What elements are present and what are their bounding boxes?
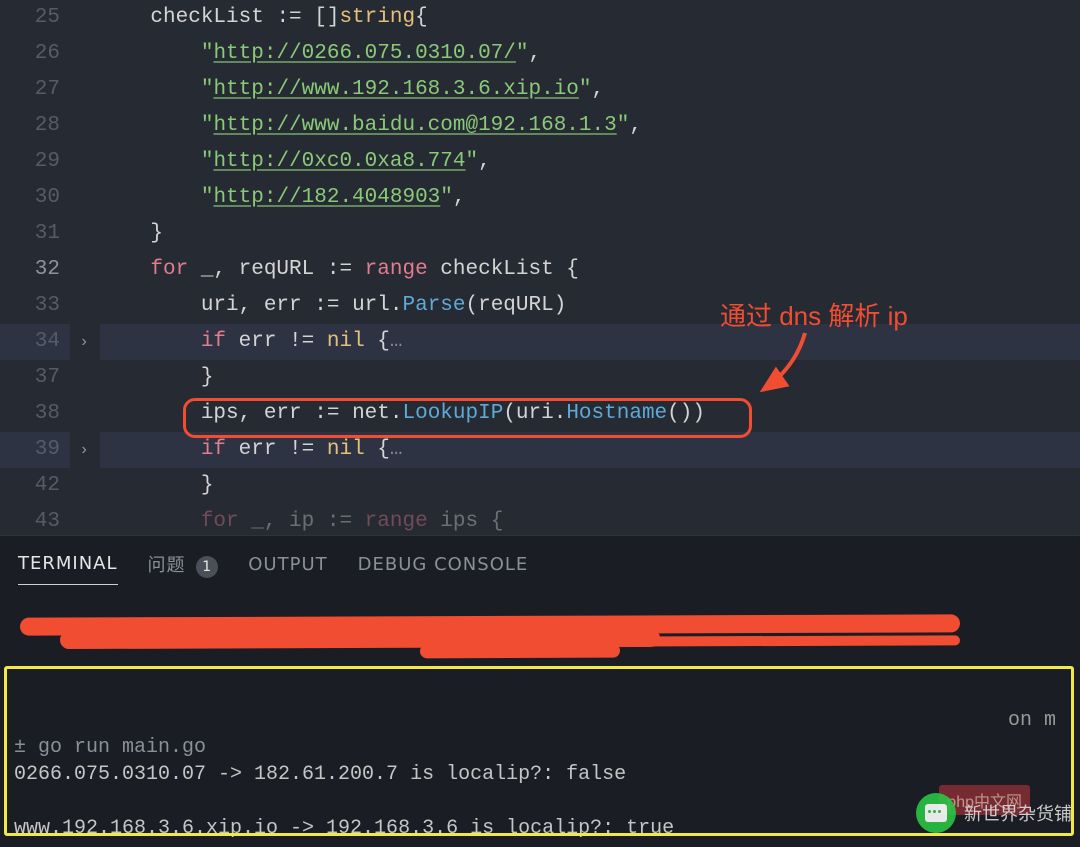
code-line[interactable]: "http://0xc0.0xa8.774", <box>100 144 1080 180</box>
terminal-output-line: 0266.075.0310.07 -> 182.61.200.7 is loca… <box>14 761 1066 788</box>
line-number: 43 <box>0 504 70 535</box>
tab-problems[interactable]: 问题 1 <box>148 551 219 588</box>
tab-debug-console[interactable]: DEBUG CONSOLE <box>358 554 529 585</box>
terminal-command: ± go run main.go <box>14 736 206 759</box>
tab-terminal[interactable]: TERMINAL <box>18 553 118 585</box>
line-number: 25 <box>0 0 70 36</box>
code-content[interactable]: checkList := []string{ "http://0266.075.… <box>100 0 1080 535</box>
line-number: 37 <box>0 360 70 396</box>
code-line[interactable]: "http://www.192.168.3.6.xip.io", <box>100 72 1080 108</box>
fold-chevron-icon[interactable]: › <box>74 324 94 360</box>
code-line[interactable]: checkList := []string{ <box>100 0 1080 36</box>
line-number: 26 <box>0 36 70 72</box>
line-number: 28 <box>0 108 70 144</box>
terminal-output-line: www.192.168.3.6.xip.io -> 192.168.3.6 is… <box>14 815 1066 842</box>
code-line[interactable]: "http://0266.075.0310.07/", <box>100 36 1080 72</box>
line-number-gutter: 25 26 27 28 29 30 31 32 33 34 37 38 39 4… <box>0 0 70 535</box>
code-line[interactable]: if err != nil {… <box>100 432 1080 468</box>
line-number: 30 <box>0 180 70 216</box>
line-number: 39 <box>0 432 70 468</box>
terminal-text: on m <box>1008 707 1056 734</box>
line-number: 29 <box>0 144 70 180</box>
annotation-label: 通过 dns 解析 ip <box>720 296 908 333</box>
wechat-icon <box>916 793 956 833</box>
wechat-watermark: 新世界杂货铺 <box>916 793 1072 833</box>
line-number: 31 <box>0 216 70 252</box>
line-number: 34 <box>0 324 70 360</box>
line-number: 27 <box>0 72 70 108</box>
code-line[interactable]: } <box>100 468 1080 504</box>
code-line[interactable]: for _, reqURL := range checkList { <box>100 252 1080 288</box>
redaction-scribble <box>420 644 620 659</box>
line-number-current: 32 <box>0 252 70 288</box>
redaction-scribble <box>600 635 960 646</box>
code-line[interactable]: if err != nil {… <box>100 324 1080 360</box>
code-editor[interactable]: 25 26 27 28 29 30 31 32 33 34 37 38 39 4… <box>0 0 1080 535</box>
problems-count-badge: 1 <box>196 556 218 578</box>
code-line[interactable]: ips, err := net.LookupIP(uri.Hostname()) <box>100 396 1080 432</box>
watermark-text: 新世界杂货铺 <box>964 800 1072 826</box>
code-line[interactable]: "http://www.baidu.com@192.168.1.3", <box>100 108 1080 144</box>
line-number: 33 <box>0 288 70 324</box>
code-line[interactable]: } <box>100 216 1080 252</box>
code-line[interactable]: } <box>100 360 1080 396</box>
panel-tabs: TERMINAL 问题 1 OUTPUT DEBUG CONSOLE <box>0 536 1080 588</box>
code-line[interactable]: "http://182.4048903", <box>100 180 1080 216</box>
line-number: 42 <box>0 468 70 504</box>
fold-chevron-icon[interactable]: › <box>74 432 94 468</box>
bottom-panel: TERMINAL 问题 1 OUTPUT DEBUG CONSOLE on m … <box>0 535 1080 847</box>
line-number: 38 <box>0 396 70 432</box>
code-line[interactable]: for _, ip := range ips { <box>100 504 1080 535</box>
code-line[interactable]: uri, err := url.Parse(reqURL) <box>100 288 1080 324</box>
tab-output[interactable]: OUTPUT <box>248 554 327 585</box>
